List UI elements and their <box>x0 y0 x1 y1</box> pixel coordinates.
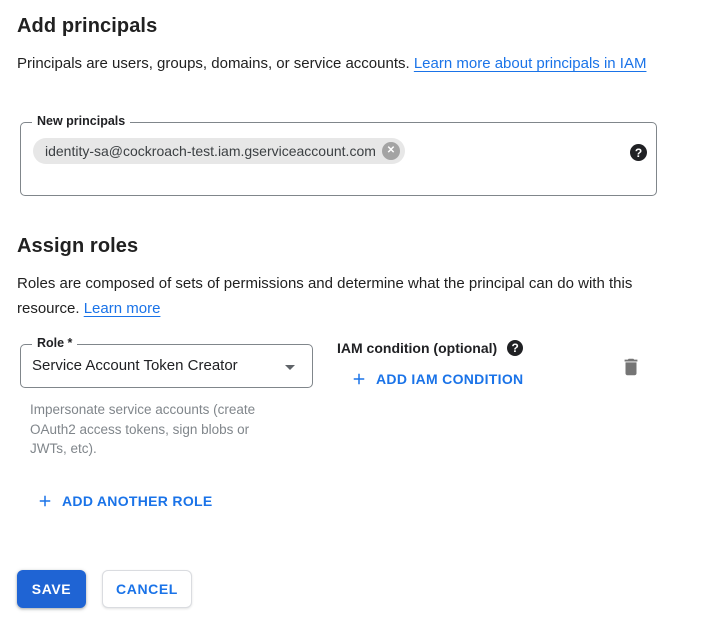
delete-role-button[interactable] <box>620 356 642 381</box>
add-another-role-button[interactable]: ADD ANOTHER ROLE <box>36 492 213 510</box>
learn-more-roles-link[interactable]: Learn more <box>84 300 161 317</box>
add-iam-condition-label: ADD IAM CONDITION <box>376 371 523 387</box>
role-selected-value: Service Account Token Creator <box>32 357 238 374</box>
learn-more-principals-link[interactable]: Learn more about principals in IAM <box>414 55 647 72</box>
add-iam-condition-button[interactable]: ADD IAM CONDITION <box>350 370 523 388</box>
principals-help-icon[interactable]: ? <box>630 144 647 161</box>
chip-close-icon[interactable]: ✕ <box>382 142 400 160</box>
role-label: Role * <box>32 336 77 350</box>
plus-icon <box>350 370 368 388</box>
add-another-role-label: ADD ANOTHER ROLE <box>62 493 213 509</box>
assign-roles-title: Assign roles <box>17 235 138 258</box>
roles-description: Roles are composed of sets of permission… <box>17 271 642 321</box>
new-principals-field[interactable]: New principals identity-sa@cockroach-tes… <box>20 122 657 196</box>
principal-chip-value: identity-sa@cockroach-test.iam.gservicea… <box>45 143 376 159</box>
role-helper-text: Impersonate service accounts (create OAu… <box>30 400 288 459</box>
save-button[interactable]: SAVE <box>17 570 86 608</box>
dropdown-arrow-icon <box>278 355 302 379</box>
principals-description: Principals are users, groups, domains, o… <box>17 51 667 76</box>
cancel-button[interactable]: CANCEL <box>102 570 192 608</box>
iam-condition-header: IAM condition (optional) ? <box>337 340 523 356</box>
add-principals-panel: Add principals Principals are users, gro… <box>0 0 713 629</box>
role-select[interactable]: Role * Service Account Token Creator <box>20 344 313 388</box>
new-principals-label: New principals <box>32 114 130 128</box>
page-title: Add principals <box>17 15 157 38</box>
plus-icon <box>36 492 54 510</box>
principal-chip: identity-sa@cockroach-test.iam.gservicea… <box>33 138 405 164</box>
iam-condition-label: IAM condition (optional) <box>337 340 497 356</box>
principals-description-text: Principals are users, groups, domains, o… <box>17 55 414 72</box>
trash-icon <box>620 356 642 378</box>
iam-condition-help-icon[interactable]: ? <box>507 340 523 356</box>
